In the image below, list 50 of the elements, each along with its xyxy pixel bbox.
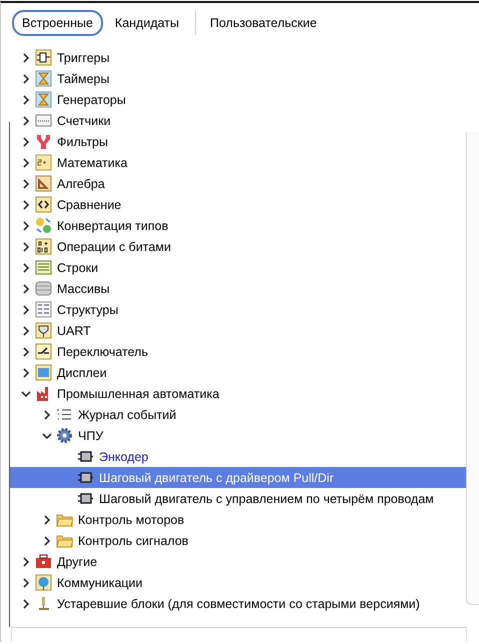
tree-item-label[interactable]: Операции с битами [57, 238, 171, 254]
tree-item-label[interactable]: Таймеры [57, 70, 110, 86]
tab[interactable]: Кандидаты [104, 10, 190, 36]
list-icon [35, 259, 52, 276]
plug-icon [35, 322, 52, 339]
scrollbar[interactable] [466, 132, 479, 605]
tree-item-label[interactable]: Структуры [57, 302, 118, 318]
tab[interactable]: Встроенные [12, 10, 103, 36]
brackets-icon [35, 196, 52, 213]
screen-icon [35, 364, 52, 381]
tree-item-label[interactable]: Фильтры [57, 134, 108, 150]
hourglass-icon [35, 91, 52, 108]
tree-item-label[interactable]: UART [57, 322, 91, 338]
globe-icon [35, 574, 52, 591]
tree-item-label[interactable]: ЧПУ [78, 428, 104, 444]
tree-item-label[interactable]: Устаревшие блоки (для совместимости со старыми версиями) [57, 596, 420, 612]
gear-icon [56, 427, 73, 444]
tree-item-label[interactable]: Сравнение [57, 196, 122, 212]
tree-item-label[interactable]: Энкодер [99, 448, 148, 464]
cylinder-icon [35, 280, 52, 297]
tree-item-label[interactable]: Контроль сигналов [78, 532, 188, 548]
tree-item-label[interactable]: Конвертация типов [57, 218, 168, 234]
filter-icon [35, 133, 52, 150]
selected-tree-item[interactable]: Шаговый двигатель с драйвером Pull/Dir [10, 467, 466, 488]
toolbox-icon [35, 553, 52, 570]
flip-flop-icon [35, 49, 52, 66]
tree-item-label[interactable]: Строки [57, 260, 98, 276]
tree-item-label[interactable]: Другие [57, 554, 98, 570]
tree-item-label[interactable]: Счетчики [57, 112, 111, 128]
tree-item-label[interactable]: Шаговый двигатель с управлением по четырём проводам [99, 490, 434, 506]
binary-icon [35, 238, 52, 255]
tree-item-label[interactable]: Журнал событий [78, 406, 176, 422]
form-icon [35, 301, 52, 318]
tree-item-label[interactable]: Контроль моторов [78, 512, 184, 528]
tree-item-label[interactable]: Алгебра [57, 176, 105, 192]
tree-item-label: Шаговый двигатель с драйвером Pull/Dir [99, 470, 334, 486]
tree-item-label[interactable]: Коммуникации [57, 574, 143, 590]
tree-item-label[interactable]: Дисплеи [57, 364, 107, 380]
switch-icon [35, 343, 52, 360]
tree-item-label[interactable]: Генераторы [57, 92, 126, 108]
set-square-icon [35, 175, 52, 192]
hourglass-icon [35, 70, 52, 87]
math-icon [35, 154, 52, 171]
tree-item-label[interactable]: Промышленная автоматика [57, 386, 220, 402]
tree-item-label[interactable]: Массивы [57, 280, 110, 296]
counter-icon [35, 112, 52, 129]
tree-item-label[interactable]: Триггеры [57, 50, 110, 66]
tab[interactable]: Пользовательские [200, 10, 327, 36]
tree-item-label[interactable]: Математика [57, 154, 128, 170]
tree-item-label[interactable]: Переключатель [57, 344, 148, 360]
